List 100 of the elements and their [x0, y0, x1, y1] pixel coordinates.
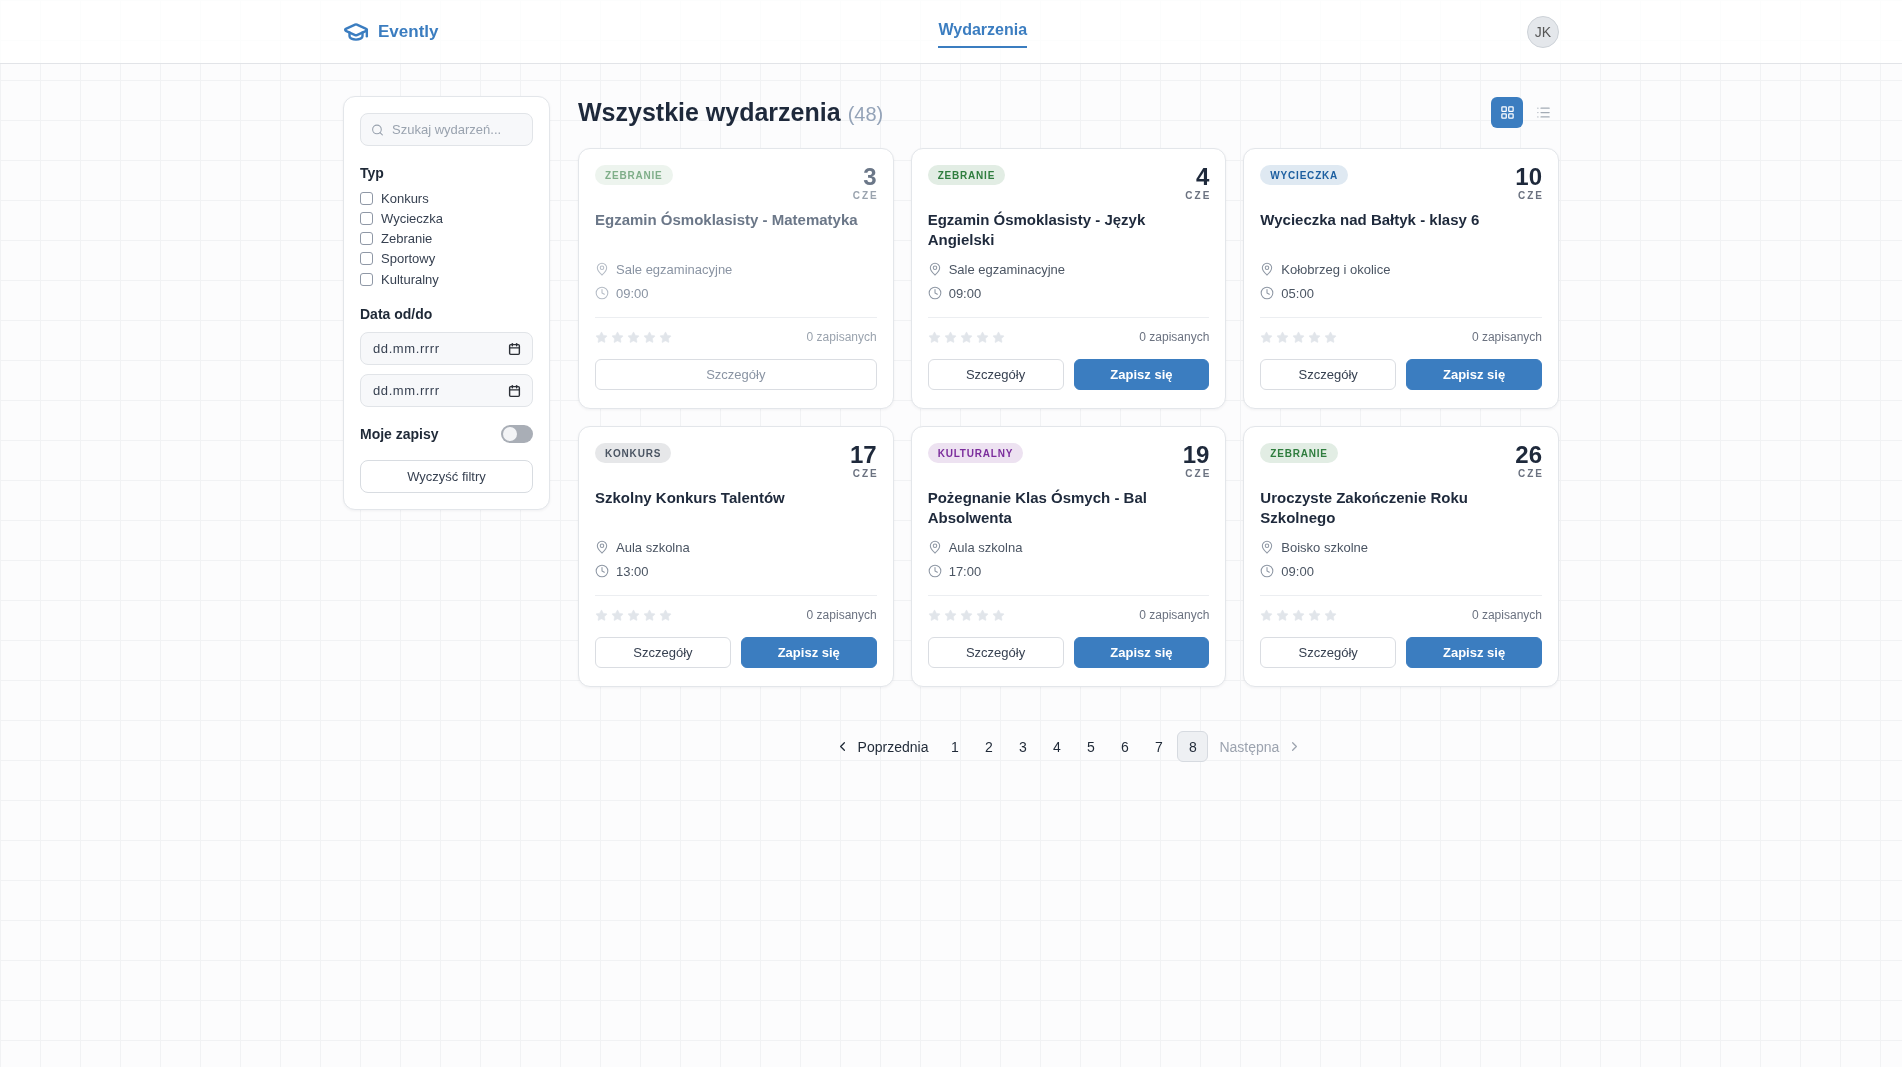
map-pin-icon — [595, 262, 609, 276]
brand-logo[interactable]: Evently — [343, 18, 439, 45]
event-time: 13:00 — [616, 563, 649, 579]
event-location: Kołobrzeg i okolice — [1281, 261, 1391, 277]
event-month: CZE — [852, 190, 879, 202]
event-time: 05:00 — [1281, 285, 1314, 301]
grid-view-button[interactable] — [1491, 96, 1523, 128]
event-title: Egzamin Ósmoklasisty - Język Angielski — [927, 210, 1147, 250]
clear-filters-button[interactable]: Wyczyść filtry — [360, 460, 533, 494]
details-button[interactable]: Szczegóły — [927, 359, 1064, 390]
category-tag: WYCIECZKA — [1260, 165, 1349, 185]
previous-page-link[interactable]: Poprzednia — [826, 731, 937, 762]
page-number[interactable]: 2 — [973, 731, 1005, 762]
page-number[interactable]: 8 — [1177, 731, 1209, 762]
clock-icon — [595, 564, 609, 578]
clock-icon — [1260, 564, 1275, 578]
signup-button[interactable]: Zapisz się — [1073, 637, 1210, 668]
star-icon — [611, 608, 624, 622]
toggle-switch[interactable] — [501, 425, 533, 444]
checkbox-label[interactable]: Wycieczka — [381, 210, 443, 226]
signup-button[interactable]: Zapisz się — [1406, 359, 1542, 390]
details-button[interactable]: Szczegóły — [927, 637, 1064, 668]
date-field[interactable]: dd.mm.rrrr — [360, 332, 533, 366]
star-icon — [959, 608, 973, 622]
star-icon — [927, 608, 941, 622]
star-icon — [943, 330, 957, 344]
signup-count: 0 zapisanych — [1139, 330, 1210, 344]
map-pin-icon — [927, 540, 942, 554]
map-pin-icon — [1260, 262, 1275, 276]
clock-icon — [927, 286, 942, 300]
signup-count: 0 zapisanych — [1471, 608, 1542, 622]
page-number[interactable]: 7 — [1143, 731, 1175, 762]
signup-button[interactable]: Zapisz się — [740, 637, 877, 668]
map-pin-icon — [927, 262, 942, 276]
star-icon — [975, 608, 989, 622]
checkbox-label[interactable]: Konkurs — [381, 190, 429, 206]
user-avatar[interactable]: JK — [1527, 15, 1559, 48]
clock-icon — [927, 564, 942, 578]
map-pin-icon — [595, 540, 609, 554]
event-title: Szkolny Konkurs Talentów — [595, 488, 786, 508]
star-icon — [1276, 330, 1290, 344]
event-time: 09:00 — [616, 285, 649, 301]
event-location: Aula szkolna — [948, 539, 1023, 555]
star-icon — [991, 330, 1005, 344]
star-icon — [959, 330, 973, 344]
section-heading: Typ — [360, 164, 385, 182]
checkbox[interactable] — [360, 191, 373, 205]
star-icon — [643, 608, 656, 622]
clock-icon — [595, 286, 609, 300]
event-time: 09:00 — [948, 285, 982, 301]
map-pin-icon — [1260, 540, 1275, 554]
event-month: CZE — [852, 468, 879, 480]
search-field[interactable]: Szukaj wydarzeń... — [360, 113, 533, 146]
checkbox[interactable] — [360, 272, 373, 286]
event-location: Boisko szkolne — [1281, 539, 1369, 555]
grid-icon — [1499, 104, 1515, 120]
star-icon — [927, 330, 941, 344]
event-month: CZE — [1518, 468, 1544, 480]
event-time: 17:00 — [948, 563, 982, 579]
star-icon — [975, 330, 989, 344]
star-icon — [1308, 330, 1322, 344]
event-title: Uroczyste Zakończenie Roku Szkolnego — [1260, 488, 1469, 528]
star-icon — [627, 608, 640, 622]
calendar-icon — [508, 384, 521, 398]
checkbox-label[interactable]: Zebranie — [381, 231, 433, 247]
star-icon — [627, 330, 640, 344]
event-time: 09:00 — [1281, 563, 1314, 579]
star-icon — [1324, 608, 1338, 622]
page-number[interactable]: 6 — [1109, 731, 1141, 762]
page-number[interactable]: 4 — [1041, 731, 1073, 762]
star-icon — [1308, 608, 1322, 622]
page-number[interactable]: 1 — [939, 731, 971, 762]
checkbox-label[interactable]: Kulturalny — [381, 271, 439, 287]
signup-button[interactable]: Zapisz się — [1406, 637, 1542, 668]
checkbox[interactable] — [360, 232, 373, 246]
details-button[interactable]: Szczegóły — [1260, 637, 1397, 668]
nav-tab[interactable]: Wydarzenia — [938, 15, 1028, 48]
list-icon — [1535, 104, 1551, 120]
details-button[interactable]: Szczegóły — [1260, 359, 1397, 390]
star-icon — [595, 608, 608, 622]
page-number[interactable]: 5 — [1075, 731, 1107, 762]
star-icon — [659, 608, 672, 622]
signup-count: 0 zapisanych — [806, 608, 877, 622]
star-icon — [943, 608, 957, 622]
checkbox[interactable] — [360, 211, 373, 225]
event-month: CZE — [1185, 468, 1212, 480]
date-field[interactable]: dd.mm.rrrr — [360, 374, 533, 408]
event-day: 17 — [849, 443, 877, 467]
checkbox-label[interactable]: Sportowy — [381, 251, 436, 267]
event-day: 19 — [1182, 443, 1210, 467]
details-button[interactable]: Szczegóły — [595, 637, 731, 668]
event-day: 3 — [863, 165, 877, 189]
event-day: 4 — [1195, 165, 1210, 189]
signup-button[interactable]: Zapisz się — [1073, 359, 1210, 390]
section-heading: Data od/do — [360, 305, 434, 324]
event-day: 10 — [1515, 165, 1542, 189]
page-number[interactable]: 3 — [1007, 731, 1039, 762]
event-title: Egzamin Ósmoklasisty - Matematyka — [595, 210, 859, 230]
checkbox[interactable] — [360, 252, 373, 266]
star-icon — [595, 330, 608, 344]
